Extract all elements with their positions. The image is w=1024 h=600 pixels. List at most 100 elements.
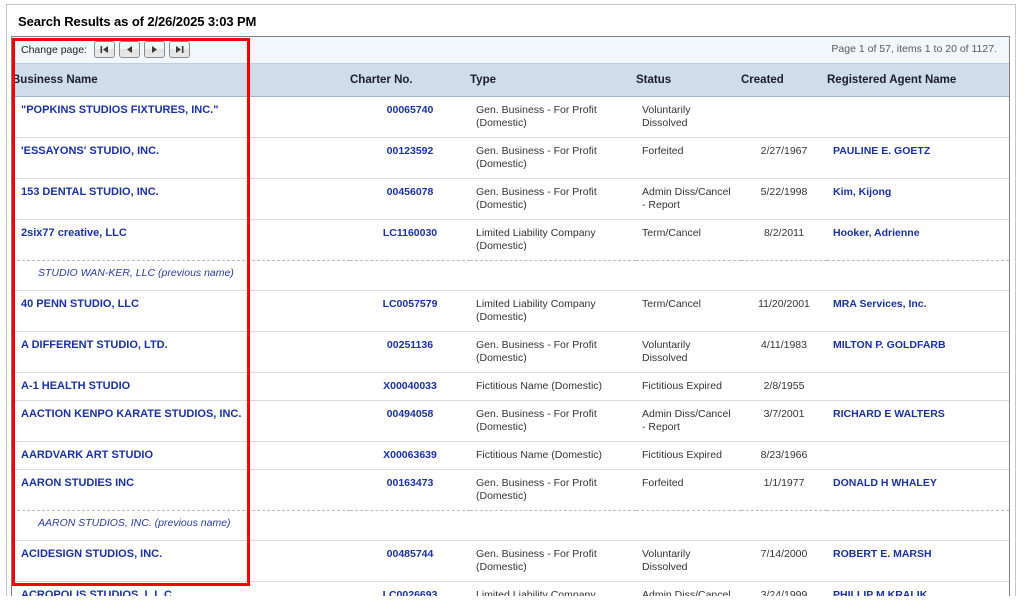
column-header-type[interactable]: Type bbox=[470, 64, 636, 97]
table-header-row: Business Name Charter No. Type Status Cr… bbox=[12, 64, 1009, 97]
cell-charter-no[interactable]: LC1160030 bbox=[350, 219, 470, 261]
next-page-icon bbox=[151, 46, 157, 53]
first-page-button[interactable] bbox=[93, 41, 115, 58]
pager-controls: Change page: bbox=[21, 41, 190, 58]
cell-status: Voluntarily Dissolved bbox=[636, 331, 741, 373]
cell-type: Gen. Business - For Profit (Domestic) bbox=[470, 96, 636, 138]
cell-charter-no[interactable]: X00063639 bbox=[350, 441, 470, 470]
cell-type: Fictitious Name (Domestic) bbox=[470, 441, 636, 470]
cell-registered-agent[interactable]: MRA Services, Inc. bbox=[827, 290, 1009, 332]
last-page-icon bbox=[175, 46, 184, 53]
column-header-created[interactable]: Created bbox=[741, 64, 827, 97]
column-header-status[interactable]: Status bbox=[636, 64, 741, 97]
table-row[interactable]: 153 DENTAL STUDIO, INC. 00456078 Gen. Busi… bbox=[12, 178, 1009, 220]
first-page-icon bbox=[100, 46, 108, 53]
cell-charter-no[interactable]: 00456078 bbox=[350, 178, 470, 220]
cell-created: 4/11/1983 bbox=[741, 331, 827, 373]
previous-page-button[interactable] bbox=[118, 41, 140, 58]
cell-registered-agent[interactable]: RICHARD E WALTERS bbox=[827, 400, 1009, 442]
table-row[interactable]: 2six77 creative, LLC LC1160030 Limited Lia… bbox=[12, 219, 1009, 261]
cell-charter-no[interactable]: LC0026693 bbox=[350, 581, 470, 596]
cell-registered-agent[interactable]: PHILLIP M KRALIK bbox=[827, 581, 1009, 596]
column-header-registered-agent[interactable]: Registered Agent Name bbox=[827, 64, 1009, 97]
previous-name-row: AARON STUDIOS, INC. (previous name) bbox=[12, 510, 1009, 541]
cell-business-name[interactable]: AARDVARK ART STUDIO bbox=[12, 441, 350, 470]
cell-charter-no[interactable]: 00251136 bbox=[350, 331, 470, 373]
table-row[interactable]: 'ESSAYONS' STUDIO, INC. 00123592 Gen. Busi… bbox=[12, 137, 1009, 179]
cell-registered-agent[interactable]: Kim, Kijong bbox=[827, 178, 1009, 220]
cell-status: Forfeited bbox=[636, 137, 741, 179]
cell-status: Forfeited bbox=[636, 469, 741, 511]
next-page-button[interactable] bbox=[143, 41, 165, 58]
cell-status: Voluntarily Dissolved bbox=[636, 540, 741, 582]
cell-business-name[interactable]: 153 DENTAL STUDIO, INC. bbox=[12, 178, 350, 220]
table-row[interactable]: AARON STUDIES INC 00163473 Gen. Business -… bbox=[12, 469, 1009, 511]
cell-empty bbox=[741, 510, 827, 541]
cell-business-name[interactable]: 2six77 creative, LLC bbox=[12, 219, 350, 261]
cell-business-name[interactable]: ACIDESIGN STUDIOS, INC. bbox=[12, 540, 350, 582]
table-row[interactable]: A-1 HEALTH STUDIO X00040033 Fictitious Nam… bbox=[12, 372, 1009, 401]
previous-name-row: STUDIO WAN-KER, LLC (previous name) bbox=[12, 260, 1009, 291]
cell-registered-agent[interactable]: Hooker, Adrienne bbox=[827, 219, 1009, 261]
change-page-label: Change page: bbox=[21, 43, 87, 56]
cell-created: 1/1/1977 bbox=[741, 469, 827, 511]
cell-registered-agent[interactable] bbox=[827, 372, 1009, 401]
cell-registered-agent[interactable]: MILTON P. GOLDFARB bbox=[827, 331, 1009, 373]
cell-status: Fictitious Expired bbox=[636, 372, 741, 401]
pager-bar: Change page: Page 1 of 57, items 1 to 20… bbox=[12, 37, 1009, 64]
table-row[interactable]: "POPKINS STUDIOS FIXTURES, INC." 00065740… bbox=[12, 96, 1009, 138]
previous-page-icon bbox=[126, 46, 132, 53]
cell-business-name[interactable]: AACTION KENPO KARATE STUDIOS, INC. bbox=[12, 400, 350, 442]
cell-created: 2/27/1967 bbox=[741, 137, 827, 179]
cell-empty bbox=[636, 260, 741, 291]
table-row[interactable]: AARDVARK ART STUDIO X00063639 Fictitious N… bbox=[12, 441, 1009, 470]
cell-type: Gen. Business - For Profit (Domestic) bbox=[470, 400, 636, 442]
cell-empty bbox=[350, 510, 470, 541]
cell-business-name[interactable]: A DIFFERENT STUDIO, LTD. bbox=[12, 331, 350, 373]
cell-business-name[interactable]: ACROPOLIS STUDIOS, L.L.C. bbox=[12, 581, 350, 596]
cell-charter-no[interactable]: 00485744 bbox=[350, 540, 470, 582]
cell-type: Fictitious Name (Domestic) bbox=[470, 372, 636, 401]
cell-business-name[interactable]: AARON STUDIES INC bbox=[12, 469, 350, 511]
table-row[interactable]: ACIDESIGN STUDIOS, INC. 00485744 Gen. Busi… bbox=[12, 540, 1009, 582]
cell-status: Voluntarily Dissolved bbox=[636, 96, 741, 138]
cell-business-name[interactable]: A-1 HEALTH STUDIO bbox=[12, 372, 350, 401]
cell-empty bbox=[741, 260, 827, 291]
cell-business-name[interactable]: "POPKINS STUDIOS FIXTURES, INC." bbox=[12, 96, 350, 138]
table-row[interactable]: A DIFFERENT STUDIO, LTD. 00251136 Gen. Bus… bbox=[12, 331, 1009, 373]
cell-business-name[interactable]: 'ESSAYONS' STUDIO, INC. bbox=[12, 137, 350, 179]
table-row[interactable]: AACTION KENPO KARATE STUDIOS, INC. 004940… bbox=[12, 400, 1009, 442]
cell-registered-agent[interactable]: ROBERT E. MARSH bbox=[827, 540, 1009, 582]
cell-charter-no[interactable]: 00494058 bbox=[350, 400, 470, 442]
cell-charter-no[interactable]: 00163473 bbox=[350, 469, 470, 511]
page-title: Search Results as of 2/26/2025 3:03 PM bbox=[18, 14, 257, 29]
cell-registered-agent[interactable]: PAULINE E. GOETZ bbox=[827, 137, 1009, 179]
column-header-business-name[interactable]: Business Name bbox=[12, 64, 350, 97]
results-table-body: "POPKINS STUDIOS FIXTURES, INC." 00065740… bbox=[12, 96, 1009, 596]
cell-status: Term/Cancel bbox=[636, 219, 741, 261]
cell-charter-no[interactable]: 00065740 bbox=[350, 96, 470, 138]
cell-registered-agent[interactable] bbox=[827, 441, 1009, 470]
column-header-charter-no[interactable]: Charter No. bbox=[350, 64, 470, 97]
cell-previous-name: AARON STUDIOS, INC. (previous name) bbox=[12, 510, 350, 541]
cell-created: 11/20/2001 bbox=[741, 290, 827, 332]
cell-business-name[interactable]: 40 PENN STUDIO, LLC bbox=[12, 290, 350, 332]
cell-charter-no[interactable]: LC0057579 bbox=[350, 290, 470, 332]
search-results-page: Search Results as of 2/26/2025 3:03 PM C… bbox=[0, 0, 1024, 600]
cell-registered-agent[interactable] bbox=[827, 96, 1009, 138]
cell-created: 2/8/1955 bbox=[741, 372, 827, 401]
cell-type: Gen. Business - For Profit (Domestic) bbox=[470, 178, 636, 220]
cell-registered-agent[interactable]: DONALD H WHALEY bbox=[827, 469, 1009, 511]
cell-charter-no[interactable]: 00123592 bbox=[350, 137, 470, 179]
cell-empty bbox=[350, 260, 470, 291]
cell-status: Admin Diss/Cancel - Report bbox=[636, 400, 741, 442]
cell-created: 8/2/2011 bbox=[741, 219, 827, 261]
cell-empty bbox=[470, 510, 636, 541]
cell-empty bbox=[470, 260, 636, 291]
table-row[interactable]: 40 PENN STUDIO, LLC LC0057579 Limited Liab… bbox=[12, 290, 1009, 332]
last-page-button[interactable] bbox=[168, 41, 190, 58]
cell-created bbox=[741, 96, 827, 138]
table-row[interactable]: ACROPOLIS STUDIOS, L.L.C. LC0026693 Limite… bbox=[12, 581, 1009, 596]
cell-charter-no[interactable]: X00040033 bbox=[350, 372, 470, 401]
cell-type: Gen. Business - For Profit (Domestic) bbox=[470, 137, 636, 179]
